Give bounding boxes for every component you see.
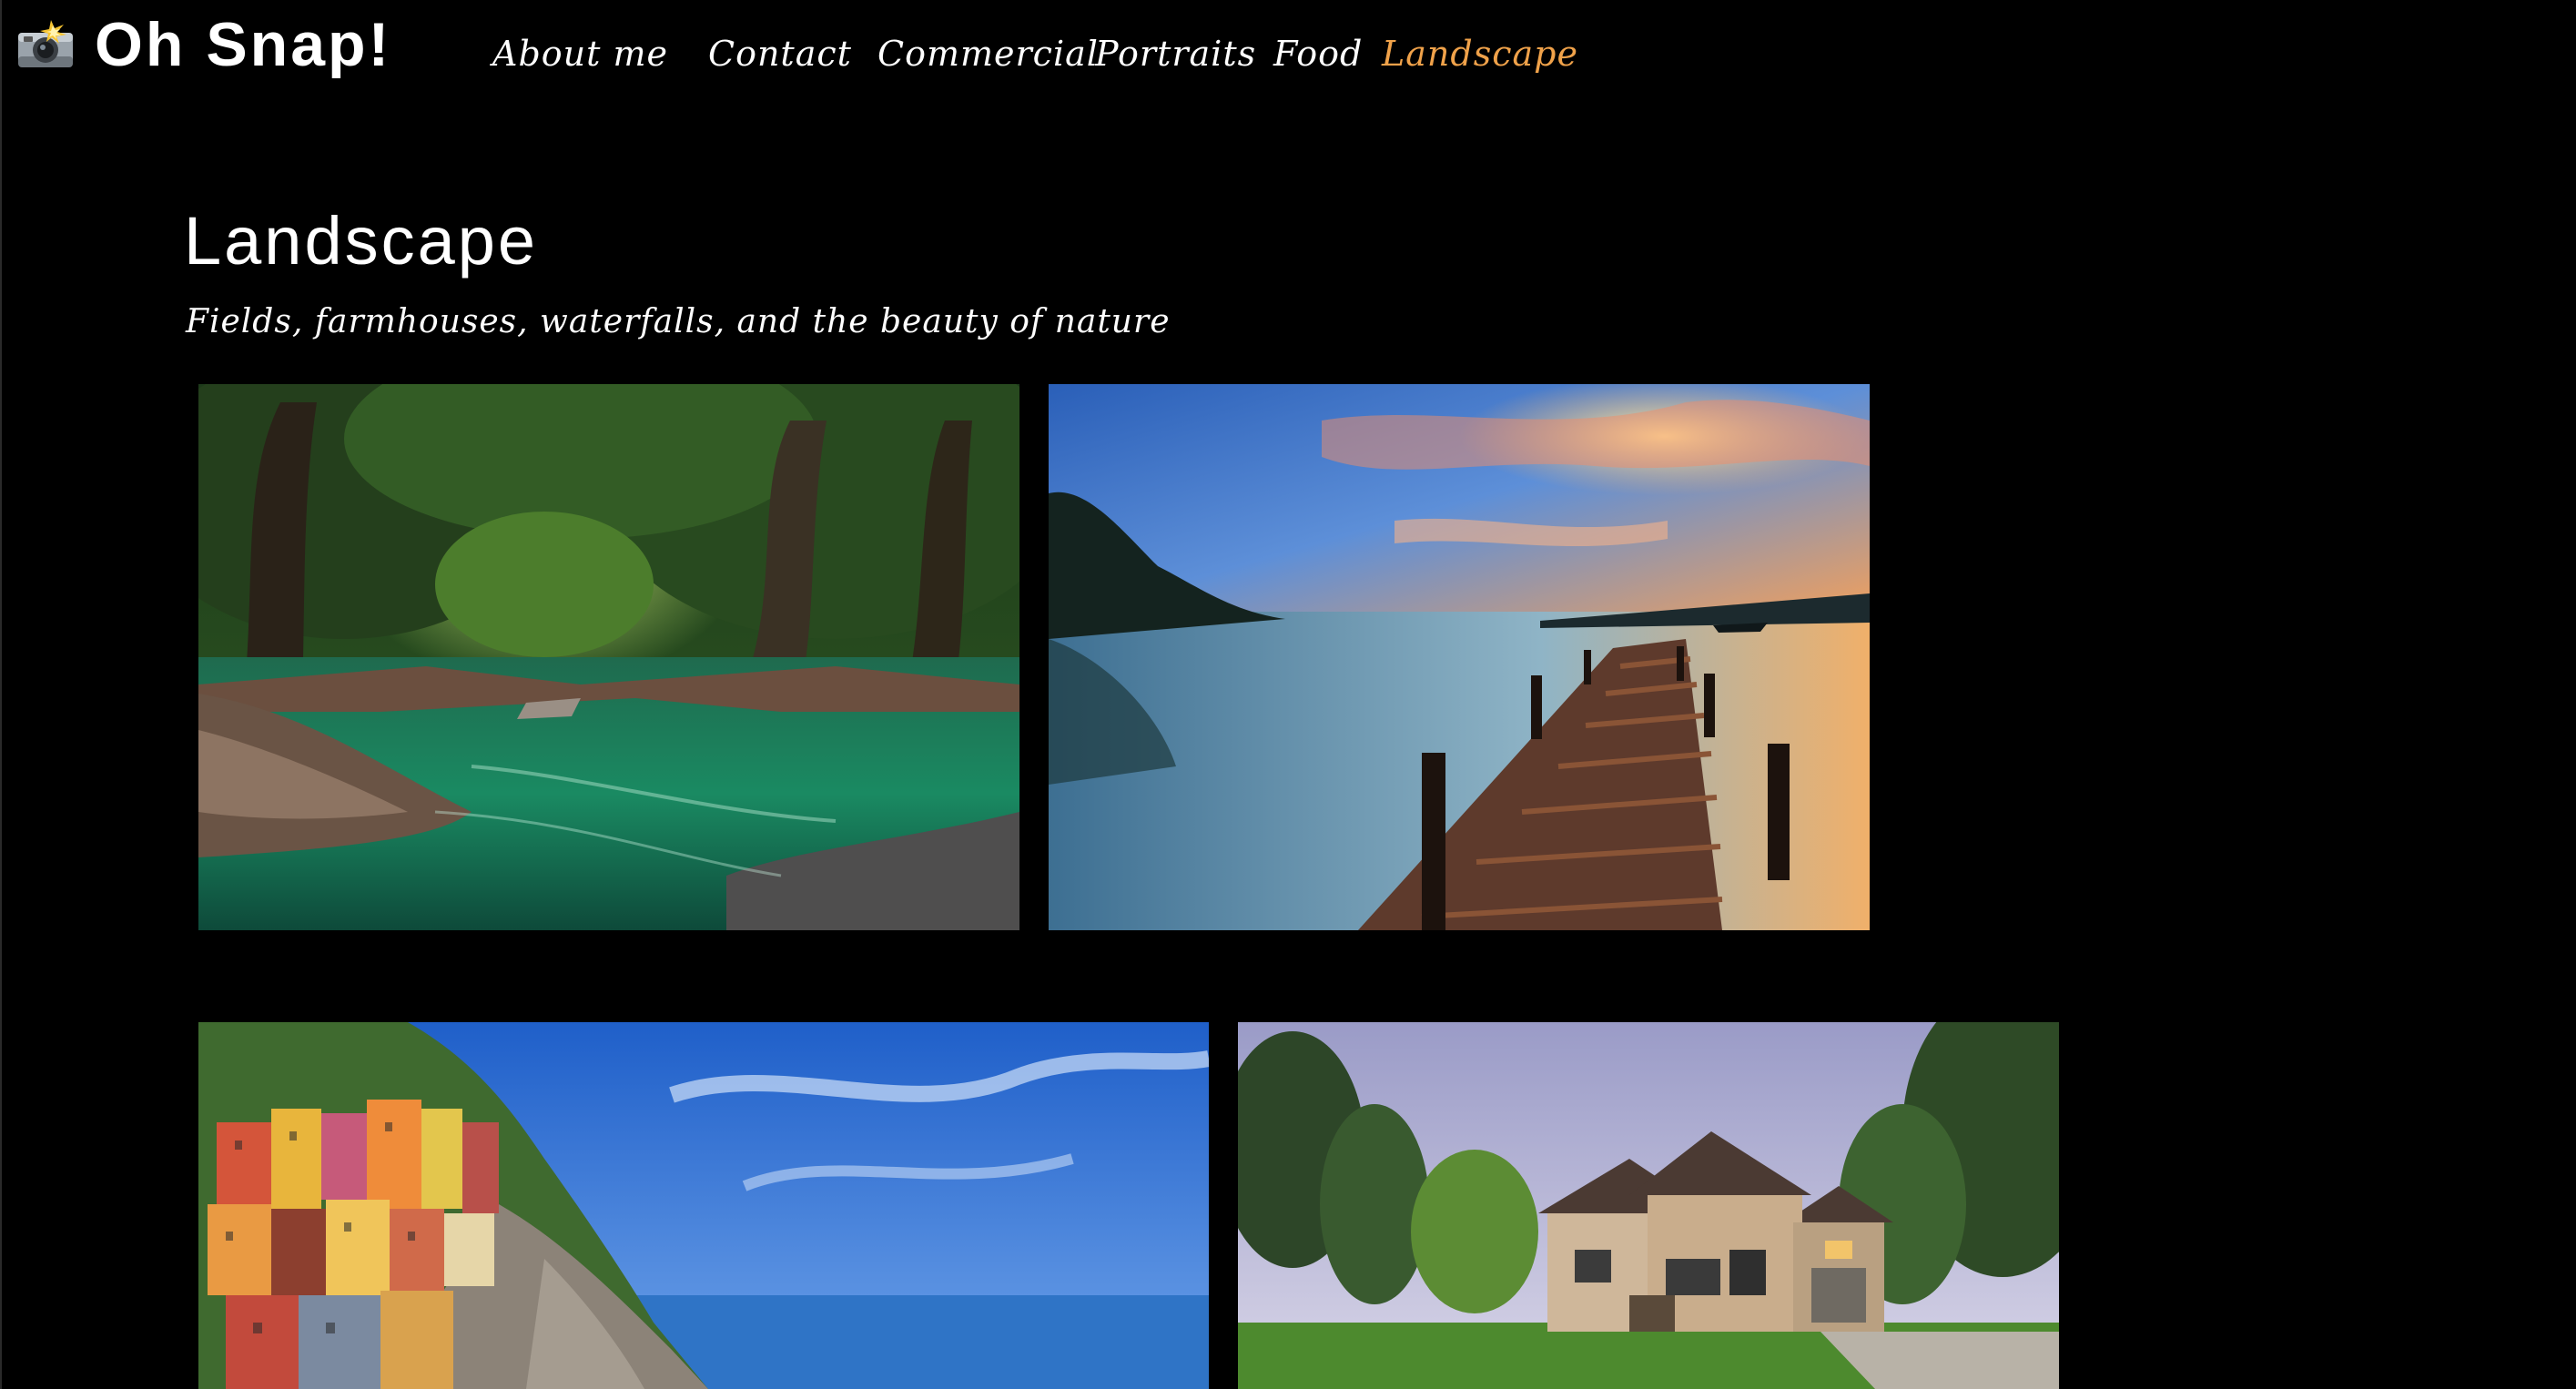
page-title: Landscape xyxy=(184,203,539,279)
page-edge xyxy=(0,0,2,1389)
nav-item-about-me[interactable]: About me xyxy=(492,27,668,80)
site-brand[interactable]: Oh Snap! xyxy=(16,13,391,76)
nav-item-commercial[interactable]: Commercial xyxy=(877,27,1099,80)
photo-forest-river-image xyxy=(198,384,1019,930)
nav-item-landscape[interactable]: Landscape xyxy=(1382,27,1578,80)
photo-coastal-village[interactable] xyxy=(198,1022,1209,1389)
photo-lake-pier[interactable] xyxy=(1049,384,1870,930)
site-name: Oh Snap! xyxy=(95,10,392,79)
nav-item-food[interactable]: Food xyxy=(1273,27,1363,80)
photo-stone-house-image xyxy=(1238,1022,2059,1389)
nav-item-contact[interactable]: Contact xyxy=(708,27,852,80)
nav-item-portraits[interactable]: Portraits xyxy=(1095,27,1256,80)
photo-forest-river[interactable] xyxy=(198,384,1019,930)
page-subtitle: Fields, farmhouses, waterfalls, and the … xyxy=(186,303,1171,340)
camera-flash-icon xyxy=(18,20,73,67)
photo-coastal-village-image xyxy=(198,1022,1209,1389)
photo-lake-pier-image xyxy=(1049,384,1870,930)
photo-stone-house[interactable] xyxy=(1238,1022,2059,1389)
